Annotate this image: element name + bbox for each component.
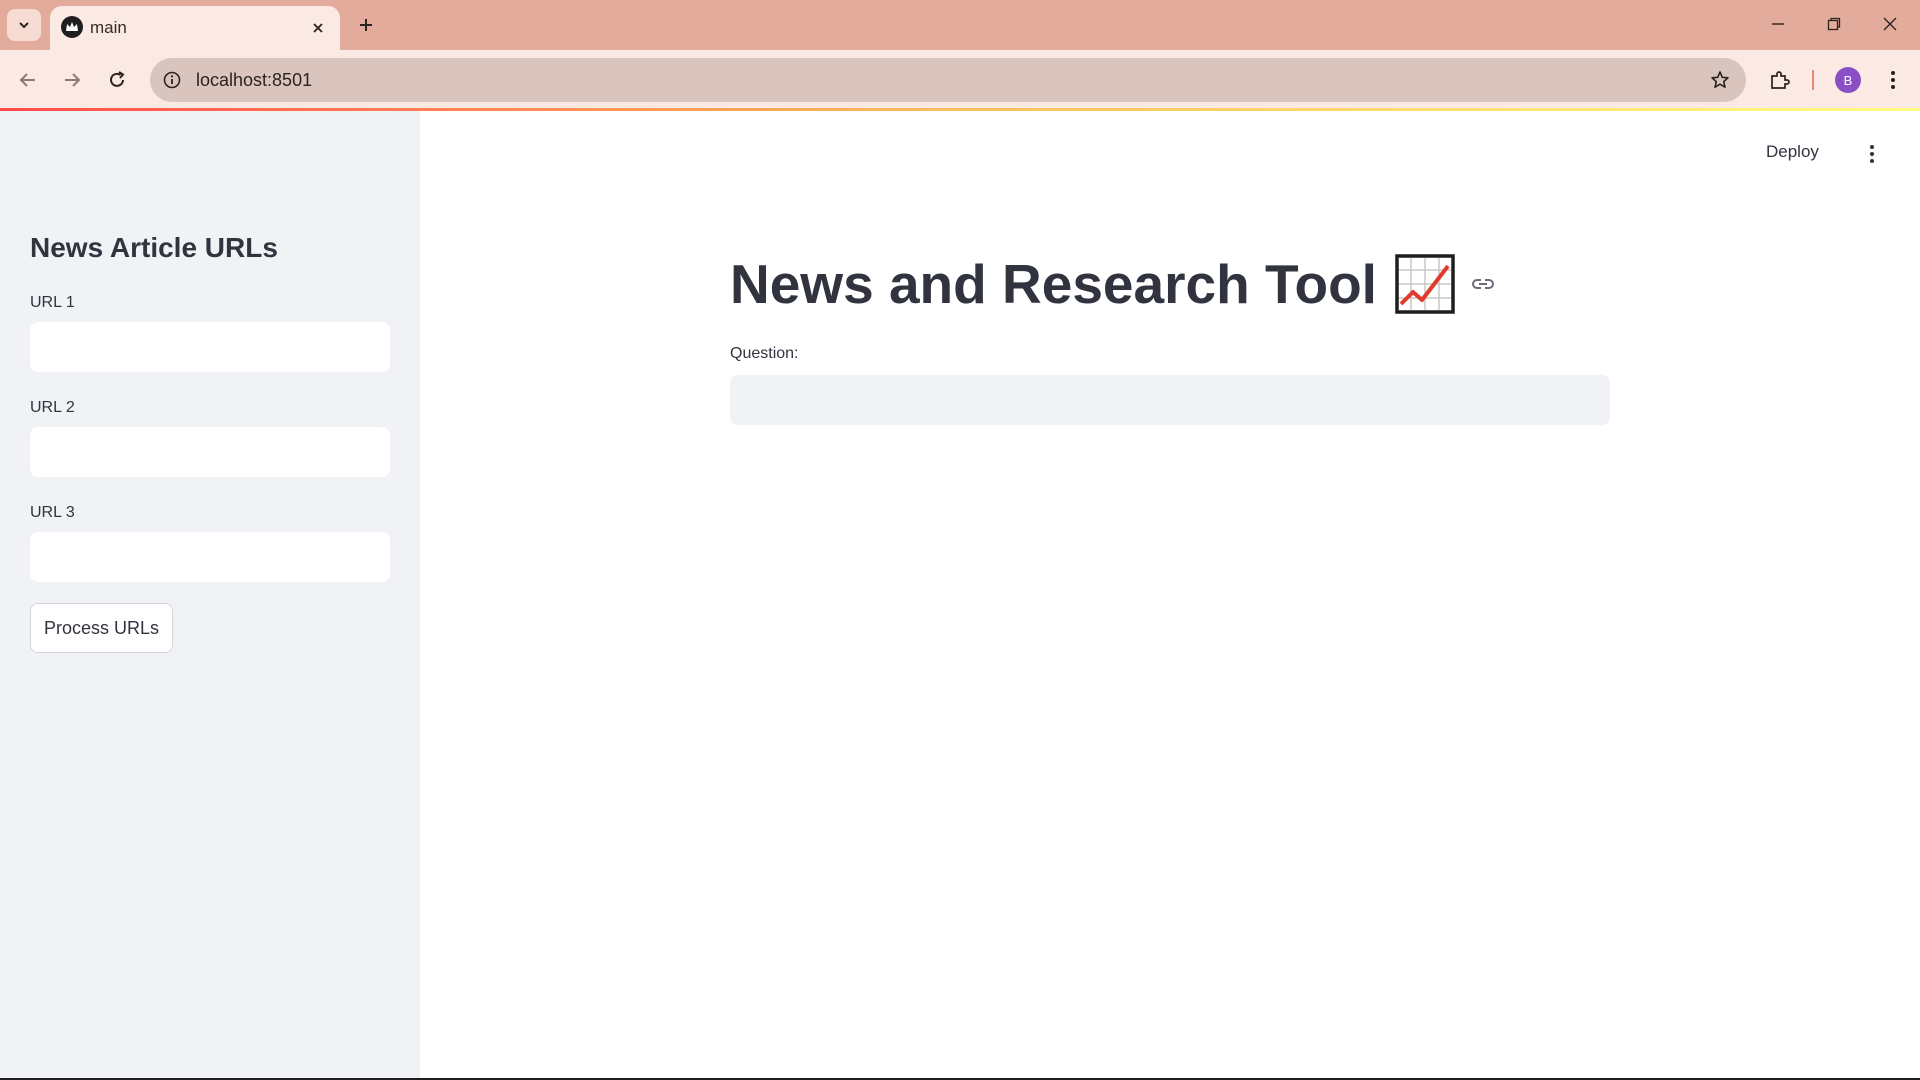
browser-tab-strip: main [0, 0, 1920, 50]
browser-tab-main[interactable]: main [50, 6, 340, 50]
url-text[interactable]: localhost:8501 [196, 70, 312, 91]
process-urls-button[interactable]: Process URLs [30, 603, 173, 653]
url-2-input[interactable] [30, 427, 390, 477]
link-icon [1471, 279, 1494, 289]
chevron-down-icon [19, 22, 29, 29]
question-input[interactable] [730, 375, 1610, 425]
page-title: News and Research Tool [730, 253, 1377, 315]
deploy-button[interactable]: Deploy [1766, 142, 1819, 162]
url-1-input[interactable] [30, 322, 390, 372]
page-title-row: News and Research Tool [730, 252, 1497, 316]
url-2-label: URL 2 [30, 399, 75, 416]
bookmark-button[interactable] [1708, 68, 1732, 92]
new-tab-button[interactable] [352, 11, 380, 39]
toolbar-divider [1812, 70, 1814, 90]
browser-menu-button[interactable] [1877, 64, 1909, 96]
address-bar[interactable]: localhost:8501 [150, 58, 1746, 102]
extensions-button[interactable] [1764, 64, 1796, 96]
kebab-menu-icon [1870, 145, 1874, 163]
minimize-button[interactable] [1754, 6, 1802, 42]
url-3-input[interactable] [30, 532, 390, 582]
restore-button[interactable] [1810, 6, 1858, 42]
app-menu-button[interactable] [1858, 140, 1886, 168]
forward-icon [65, 73, 81, 87]
chart-increasing-icon [1395, 254, 1455, 314]
plus-icon [360, 19, 372, 31]
back-icon [19, 73, 35, 87]
favicon-icon [61, 16, 83, 38]
tab-close-button[interactable] [306, 16, 330, 40]
tab-title: main [90, 18, 127, 37]
close-icon [313, 23, 323, 33]
profile-avatar[interactable]: B [1835, 67, 1861, 93]
site-info-button[interactable] [160, 68, 184, 92]
browser-toolbar: localhost:8501 B [0, 50, 1920, 110]
heading-anchor-link[interactable] [1469, 270, 1497, 298]
forward-button[interactable] [56, 64, 88, 96]
reload-icon [110, 71, 125, 87]
restore-icon [1827, 17, 1841, 31]
url-1-label: URL 1 [30, 294, 75, 311]
url-3-label: URL 3 [30, 504, 75, 521]
site-info-icon [163, 71, 181, 89]
window-close-icon [1883, 17, 1897, 31]
reload-button[interactable] [101, 64, 133, 96]
star-icon [1711, 71, 1729, 88]
tab-search-button[interactable] [7, 9, 41, 41]
window-close-button[interactable] [1866, 6, 1914, 42]
back-button[interactable] [12, 64, 44, 96]
minimize-icon [1772, 23, 1784, 25]
extensions-icon [1771, 71, 1790, 89]
sidebar-title: News Article URLs [30, 232, 278, 263]
question-label: Question: [730, 345, 799, 362]
kebab-menu-icon [1891, 71, 1895, 89]
